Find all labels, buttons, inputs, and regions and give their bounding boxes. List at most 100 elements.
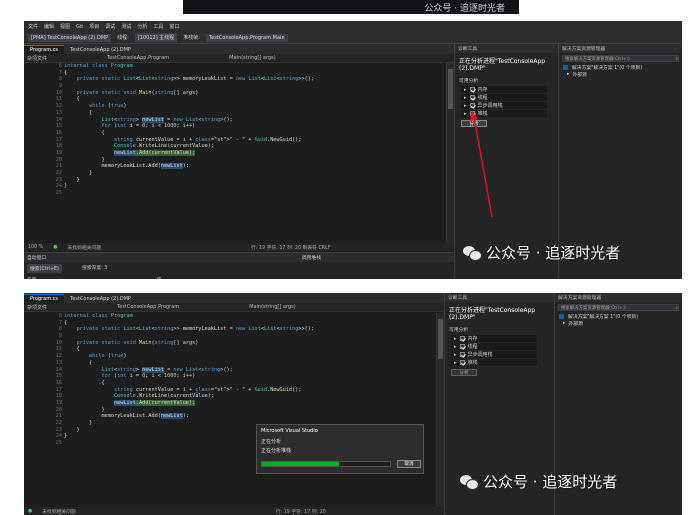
analyze-button[interactable]: 分析 [451, 369, 477, 376]
analysis-option[interactable]: ▸ 线程 [451, 343, 537, 350]
tab-dmp[interactable]: TestConsoleApp (2).DMP [64, 46, 137, 54]
menu-item[interactable]: 窗口 [169, 23, 179, 30]
code-line[interactable]: Console.WriteLine(currentValue); [64, 143, 314, 150]
code-line[interactable]: for (int i = 0; i < 1000; i++) [64, 373, 314, 380]
code-line[interactable] [64, 190, 314, 197]
stack-select[interactable]: TestConsoleApp.Program.Main [205, 33, 288, 42]
scroll-thumb[interactable] [438, 319, 443, 359]
menu-item[interactable]: 测试 [121, 23, 131, 30]
analysis-option[interactable]: ▸ 内存 [451, 335, 537, 342]
checkbox-checked-icon[interactable] [459, 360, 465, 365]
code-line[interactable]: private static void Main(string[] args) [64, 90, 314, 97]
solution-explorer-header: 解决方案资源管理器 [559, 44, 682, 53]
code-line[interactable]: internal class Program [64, 313, 314, 320]
expand-icon: ▸ [454, 359, 457, 366]
code-line[interactable]: { [64, 380, 314, 387]
nav-class[interactable]: TestConsoleApp.Program [107, 55, 169, 61]
code-line[interactable]: } [64, 157, 314, 164]
external-sources-node[interactable]: ▸ 外部源 [559, 71, 682, 78]
frame-select[interactable]: [10012] 主线程 [134, 33, 178, 42]
checkbox-checked-icon[interactable] [469, 103, 475, 108]
code-line[interactable]: List<string> newList = new List<string>(… [64, 116, 314, 124]
code-line[interactable]: memoryLeakList.Add(newList); [64, 413, 314, 420]
menu-item[interactable]: 视图 [60, 23, 70, 30]
code-line[interactable]: { [64, 70, 314, 77]
analysis-option[interactable]: ▸ 线程 [461, 94, 547, 101]
code-line[interactable]: string currentValue = i + class="st">" -… [64, 387, 314, 394]
tab-dmp[interactable]: TestConsoleApp (2).DMP [64, 295, 137, 303]
code-line[interactable]: while (true) [64, 353, 314, 360]
code-line[interactable]: Console.WriteLine(currentValue); [64, 393, 314, 400]
menu-item[interactable]: 工具 [153, 23, 163, 30]
solution-search[interactable]: 搜索解决方案资源管理器(Ctrl+;) ⌕ [562, 55, 679, 62]
search-depth[interactable]: 搜索深度: 3 [82, 264, 107, 273]
nav-project[interactable]: 杂项文件 [27, 304, 47, 311]
checkbox-checked-icon[interactable] [459, 352, 465, 357]
code-line[interactable]: } [64, 183, 314, 190]
external-sources-label: 外部源 [568, 322, 583, 327]
solution-node[interactable]: 解决方案"解决方案 1"(0 个项目) [555, 313, 682, 320]
menu-item[interactable]: Git [76, 24, 83, 30]
editor-scrollbar[interactable] [446, 63, 454, 243]
menu-item[interactable]: 编辑 [44, 23, 54, 30]
checkbox-checked-icon[interactable] [469, 95, 475, 100]
code-line[interactable]: } [64, 177, 314, 184]
code-line[interactable]: List<string> newList = new List<string>(… [64, 366, 314, 374]
analysis-option[interactable]: ▸ 内存 [461, 86, 547, 93]
analysis-option[interactable]: ▸ 异步调用栈 [461, 102, 547, 109]
menu-item[interactable]: 文件 [28, 23, 38, 30]
code-line[interactable]: private static void Main(string[] args) [64, 340, 314, 347]
code-editor[interactable]: 6 7 8 9 10 11 12 13 14 15 16 17 18 19 20 21 22 23 24 25 int… [24, 313, 436, 507]
menu-item[interactable]: 分析 [137, 23, 147, 30]
zoom-level[interactable]: 100 % [28, 245, 43, 250]
code-line[interactable]: { [64, 96, 314, 103]
code-editor[interactable]: 6 7 8 9 10 11 12 13 14 15 16 17 18 19 20 21 22 23 24 25 int… [24, 63, 446, 243]
code-line[interactable]: newList.Add(currentValue); [64, 149, 314, 157]
analysis-option[interactable]: ▸ 堆栈 [451, 359, 537, 366]
menu-item[interactable]: 调试 [105, 23, 115, 30]
checkbox-checked-icon[interactable] [459, 336, 465, 341]
code-line[interactable]: { [64, 360, 314, 367]
code-line[interactable]: } [64, 407, 314, 414]
code-line[interactable]: while (true) [64, 103, 314, 110]
scroll-thumb[interactable] [448, 69, 453, 109]
code-line[interactable]: { [64, 346, 314, 353]
code-text[interactable]: internal class Program{ private static L… [64, 63, 314, 197]
menu-item[interactable]: 项目 [89, 23, 99, 30]
checkbox-checked-icon[interactable] [469, 87, 475, 92]
editor-scrollbar[interactable] [436, 313, 444, 507]
code-line[interactable]: private static List<List<string>> memory… [64, 76, 314, 83]
tab-program-cs[interactable]: Program.cs [24, 294, 65, 303]
autos-search[interactable]: 搜索(Ctrl+E) [27, 264, 62, 273]
code-line[interactable]: { [64, 110, 314, 117]
nav-class[interactable]: TestConsoleApp.Program [117, 304, 179, 310]
tab-program-cs[interactable]: Program.cs [24, 45, 65, 54]
callstack-title[interactable]: 调用堆栈 [302, 254, 321, 261]
autos-title[interactable]: 自动窗口 [27, 254, 46, 261]
process-label[interactable]: [PMA] TestConsoleApp (2).DMP [28, 33, 112, 42]
solution-node[interactable]: 解决方案"解决方案 1"(0 个项目) [559, 64, 682, 71]
nav-member[interactable]: Main(string[] args) [249, 304, 296, 310]
code-line[interactable] [64, 333, 314, 340]
code-line[interactable]: private static List<List<string>> memory… [64, 326, 314, 333]
code-line[interactable]: } [64, 170, 314, 177]
chevron-right-icon: ▸ [567, 72, 570, 77]
line-number: 25 [55, 440, 62, 447]
code-line[interactable]: memoryLeakList.Add(newList); [64, 163, 314, 170]
code-line[interactable]: for (int i = 0; i < 1000; i++) [64, 123, 314, 130]
line-number: 6 [58, 63, 62, 69]
code-line[interactable]: newList.Add(currentValue); [64, 399, 314, 407]
cancel-button[interactable]: 取消 [397, 460, 421, 468]
analysis-option[interactable]: ▸ 异步调用栈 [451, 351, 537, 358]
code-line[interactable]: string currentValue = i + class="st">" -… [64, 137, 314, 144]
line-numbers: 6 7 8 9 10 11 12 13 14 15 16 17 18 19 20 21 22 23 24 25 [24, 313, 62, 447]
external-sources-node[interactable]: ▸ 外部源 [555, 320, 682, 327]
nav-member[interactable]: Main(string[] args) [229, 55, 276, 61]
nav-project[interactable]: 杂项文件 [27, 55, 47, 62]
solution-search[interactable]: 搜索解决方案资源管理器(Ctrl+;) ⌕ [558, 304, 679, 311]
code-line[interactable] [64, 83, 314, 90]
code-line[interactable]: { [64, 320, 314, 327]
code-line[interactable]: { [64, 130, 314, 137]
checkbox-checked-icon[interactable] [459, 344, 465, 349]
code-line[interactable]: internal class Program [64, 63, 314, 70]
